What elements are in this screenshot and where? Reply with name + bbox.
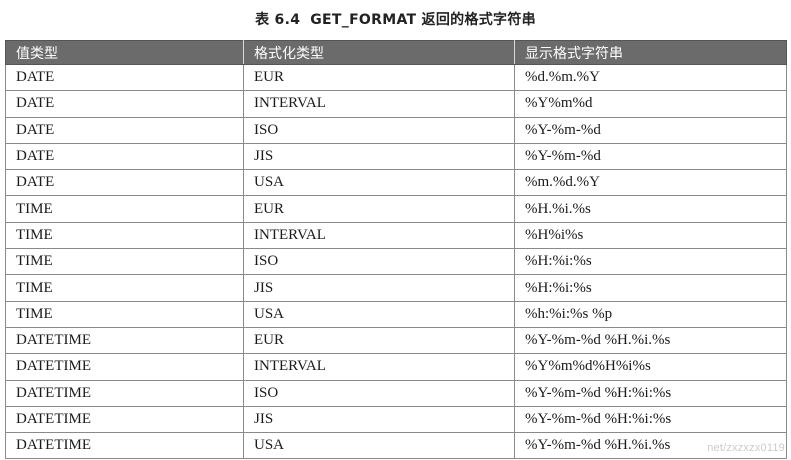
cell-format-type: JIS <box>243 274 515 302</box>
cell-format-string: %H%i%s <box>514 221 787 250</box>
cell-format-string: %Y-%m-%d %H.%i.%s <box>514 326 787 355</box>
cell-format-type: ISO <box>243 248 515 276</box>
cell-format-string: %Y-%m-%d <box>514 116 787 144</box>
header-format-type: 格式化类型 <box>243 40 515 65</box>
cell-format-string: %H:%i:%s <box>514 274 787 302</box>
cell-format-string: %Y%m%d%H%i%s <box>514 353 787 381</box>
cell-format-type: INTERVAL <box>243 221 515 250</box>
cell-format-type: EUR <box>243 195 515 223</box>
cell-format-string: %H:%i:%s <box>514 248 787 276</box>
cell-format-string: %d.%m.%Y <box>514 63 787 92</box>
table-row: DATE USA %m.%d.%Y <box>5 169 787 197</box>
cell-value-type: DATETIME <box>5 432 244 460</box>
table-header: 值类型 格式化类型 显示格式字符串 <box>5 40 787 65</box>
table-row: DATETIME EUR %Y-%m-%d %H.%i.%s <box>5 326 787 355</box>
caption-title: GET_FORMAT 返回的格式字符串 <box>310 12 536 28</box>
format-table: 值类型 格式化类型 显示格式字符串 DATE EUR %d.%m.%Y DATE INT… <box>5 40 787 460</box>
cell-format-type: USA <box>243 300 515 328</box>
table-row: DATETIME ISO %Y-%m-%d %H:%i:%s <box>5 379 787 407</box>
header-display-format: 显示格式字符串 <box>514 40 787 65</box>
table-row: DATETIME USA %Y-%m-%d %H.%i.%s <box>5 432 787 460</box>
cell-value-type: TIME <box>5 195 244 223</box>
cell-format-string: %Y-%m-%d %H:%i:%s <box>514 379 787 407</box>
cell-format-string: %H.%i.%s <box>514 195 787 223</box>
cell-format-type: USA <box>243 169 515 197</box>
cell-value-type: TIME <box>5 221 244 250</box>
cell-format-type: INTERVAL <box>243 353 515 381</box>
table-row: TIME ISO %H:%i:%s <box>5 248 787 276</box>
cell-format-type: JIS <box>243 405 515 434</box>
table-row: DATETIME INTERVAL %Y%m%d%H%i%s <box>5 353 787 381</box>
cell-format-type: ISO <box>243 379 515 407</box>
cell-value-type: DATETIME <box>5 379 244 407</box>
cell-format-type: EUR <box>243 326 515 355</box>
cell-value-type: TIME <box>5 248 244 276</box>
cell-format-type: EUR <box>243 63 515 92</box>
cell-value-type: DATE <box>5 169 244 197</box>
cell-value-type: TIME <box>5 300 244 328</box>
watermark-text: net/zxzxzx0119 <box>707 442 785 454</box>
cell-format-string: %Y-%m-%d %H:%i:%s <box>514 405 787 434</box>
caption-label: 表 6.4 <box>255 12 301 28</box>
header-value-type: 值类型 <box>5 40 244 65</box>
cell-value-type: DATETIME <box>5 353 244 381</box>
cell-format-string: %Y-%m-%d <box>514 142 787 171</box>
cell-format-type: INTERVAL <box>243 90 515 118</box>
cell-value-type: DATETIME <box>5 326 244 355</box>
table-body: DATE EUR %d.%m.%Y DATE INTERVAL %Y%m%d DATE ISO… <box>5 63 787 460</box>
cell-format-string: %m.%d.%Y <box>514 169 787 197</box>
cell-format-type: JIS <box>243 142 515 171</box>
cell-format-type: USA <box>243 432 515 460</box>
table-row: DATETIME JIS %Y-%m-%d %H:%i:%s <box>5 405 787 434</box>
cell-format-type: ISO <box>243 116 515 144</box>
table-row: DATE ISO %Y-%m-%d <box>5 116 787 144</box>
table-row: TIME USA %h:%i:%s %p <box>5 300 787 328</box>
cell-format-string: %h:%i:%s %p <box>514 300 787 328</box>
cell-value-type: DATE <box>5 142 244 171</box>
cell-value-type: DATE <box>5 63 244 92</box>
table-row: DATE INTERVAL %Y%m%d <box>5 90 787 118</box>
table-row: TIME JIS %H:%i:%s <box>5 274 787 302</box>
table-row: TIME EUR %H.%i.%s <box>5 195 787 223</box>
cell-value-type: DATE <box>5 90 244 118</box>
table-row: DATE EUR %d.%m.%Y <box>5 63 787 92</box>
table-row: TIME INTERVAL %H%i%s <box>5 221 787 250</box>
cell-format-string: %Y%m%d <box>514 90 787 118</box>
cell-value-type: DATETIME <box>5 405 244 434</box>
table-row: DATE JIS %Y-%m-%d <box>5 142 787 171</box>
cell-value-type: TIME <box>5 274 244 302</box>
table-caption: 表 6.4 GET_FORMAT 返回的格式字符串 <box>0 9 791 29</box>
header-row: 值类型 格式化类型 显示格式字符串 <box>5 40 787 65</box>
cell-value-type: DATE <box>5 116 244 144</box>
